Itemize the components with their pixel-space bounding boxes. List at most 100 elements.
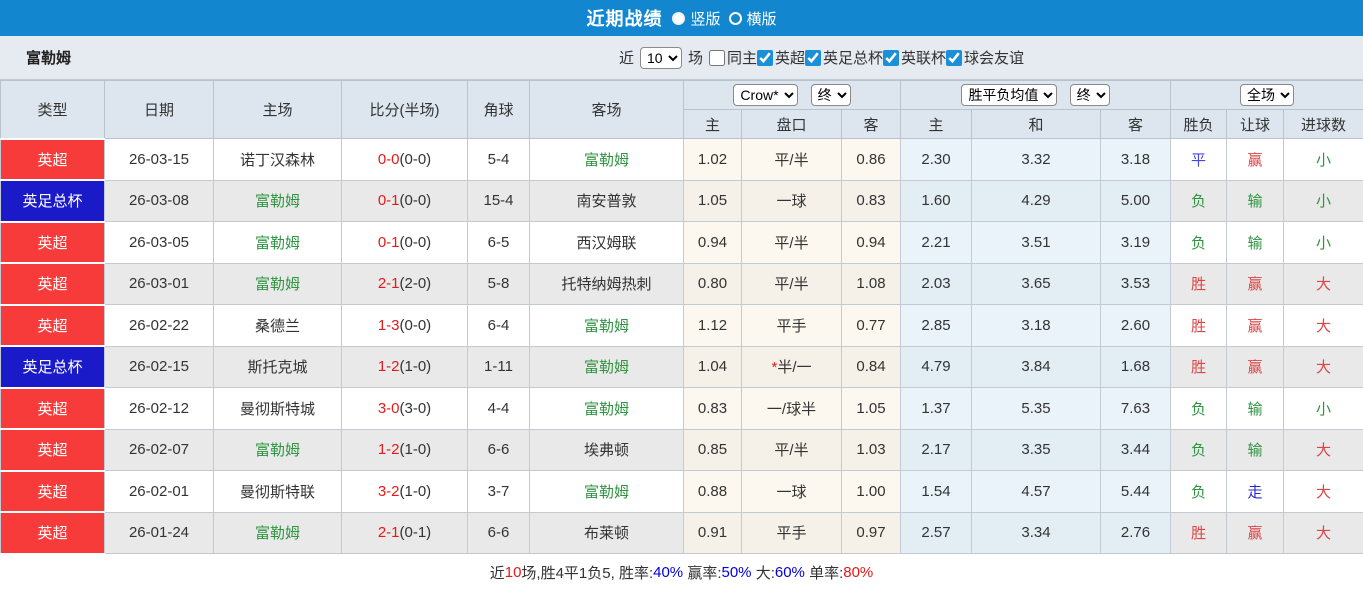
cell-handicap: 一球 (741, 470, 842, 513)
cell-away-team: 托特纳姆热刺 (529, 262, 684, 305)
match-row: 英超 26-03-15 诺丁汉森林 0-0(0-0) 5-4 富勒姆 1.02 平/半 0.86… (0, 137, 1363, 181)
cell-match-type: 英足总杯 (0, 345, 105, 389)
cell-away-team: 布莱顿 (529, 511, 684, 554)
match-row: 英超 26-03-05 富勒姆 0-1(0-0) 6-5 西汉姆联 0.94 平/半 0.94 2… (0, 220, 1363, 264)
table-header: 类型 日期 主场 比分(半场) 角球 客场 Crow* 终 胜平负均值 终 全场… (0, 80, 1363, 139)
header-away: 客场 (529, 80, 684, 139)
cell-avg-home: 2.21 (900, 221, 973, 264)
cell-avg-home: 2.30 (900, 138, 973, 181)
cell-handicap: 平/半 (741, 138, 842, 181)
page-title: 近期战绩 (586, 9, 663, 29)
summary-footer: 近 10 场,胜4平1负5, 胜率: 40% 赢率: 50% 大: 60% 单率: 80% (0, 555, 1363, 590)
scope-select[interactable]: 全场 (1240, 84, 1295, 106)
cell-goals: 大 (1283, 470, 1363, 513)
avg-odds-time-select[interactable]: 终 (1069, 84, 1110, 106)
cell-date: 26-03-01 (104, 262, 214, 305)
cell-handicap: *半/一 (741, 345, 842, 388)
cell-avg-home: 2.03 (900, 262, 973, 305)
cell-avg-draw: 4.57 (971, 470, 1102, 513)
cell-avg-draw: 3.51 (971, 221, 1102, 264)
checkbox-icon[interactable] (805, 49, 821, 66)
title-bar: 近期战绩 竖版 横版 (0, 0, 1363, 36)
cell-goals: 大 (1283, 345, 1363, 388)
odds-company-select[interactable]: Crow* (733, 84, 799, 106)
cell-avg-away: 3.44 (1100, 428, 1172, 471)
cell-home-team: 富勒姆 (213, 179, 342, 222)
match-row: 英超 26-03-01 富勒姆 2-1(2-0) 5-8 托特纳姆热刺 0.80 平/半 1.0… (0, 262, 1363, 306)
radio-horizontal[interactable]: 横版 (728, 8, 777, 29)
cell-result: 胜 (1170, 262, 1228, 305)
cell-home-team: 富勒姆 (213, 511, 342, 554)
cell-avg-away: 5.44 (1100, 470, 1172, 513)
near-count-select[interactable]: 10 (639, 46, 682, 69)
cell-goals: 大 (1283, 511, 1363, 554)
cell-home-team: 曼彻斯特联 (213, 470, 342, 513)
cell-corners: 6-4 (467, 304, 530, 347)
filter-checkbox-球会友谊[interactable]: 球会友谊 (946, 47, 1024, 68)
checkbox-label: 同主 (726, 50, 757, 67)
cell-goals: 小 (1283, 221, 1363, 264)
filter-checkbox-英足总杯[interactable]: 英足总杯 (805, 47, 883, 68)
odds-company-time-select[interactable]: 终 (810, 84, 851, 106)
subheader-let-result: 让球 (1226, 109, 1285, 139)
cell-score: 3-0(3-0) (341, 387, 468, 430)
cell-result: 胜 (1170, 304, 1228, 347)
radio-selected-icon[interactable] (672, 11, 686, 25)
subheader-odds-home: 主 (683, 109, 742, 139)
cell-match-type: 英超 (0, 469, 105, 513)
cell-odds-home: 1.05 (683, 179, 742, 222)
score-halftime: (1-0) (399, 358, 432, 376)
radio-vertical-label: 竖版 (690, 10, 721, 28)
cell-odds-away: 0.84 (840, 345, 902, 388)
score-fulltime: 1-3 (377, 316, 400, 334)
filter-checkbox-英联杯[interactable]: 英联杯 (883, 47, 946, 68)
odds-company-header: Crow* 终 (682, 80, 902, 110)
cell-score: 0-1(0-0) (341, 221, 468, 264)
score-halftime: (0-0) (399, 233, 432, 251)
cell-date: 26-02-15 (104, 345, 214, 388)
summary-segment: 80% (843, 563, 874, 581)
cell-match-type: 英超 (0, 220, 105, 264)
avg-odds-select[interactable]: 胜平负均值 (961, 84, 1058, 106)
matches-label: 场 (687, 50, 703, 67)
score-halftime: (1-0) (399, 441, 432, 459)
results-table: 类型 日期 主场 比分(半场) 角球 客场 Crow* 终 胜平负均值 终 全场… (0, 80, 1363, 555)
radio-vertical[interactable]: 竖版 (672, 8, 721, 29)
checkbox-label: 球会友谊 (964, 50, 1025, 67)
cell-handicap: 一球 (741, 179, 842, 222)
subheader-handicap: 盘口 (741, 109, 842, 139)
radio-unselected-icon[interactable] (728, 11, 742, 25)
cell-home-team: 诺丁汉森林 (213, 138, 342, 181)
cell-let-result: 赢 (1226, 304, 1285, 347)
cell-avg-home: 2.85 (900, 304, 973, 347)
summary-segment: 10 (504, 563, 522, 581)
cell-score: 1-3(0-0) (341, 304, 468, 347)
cell-home-team: 曼彻斯特城 (213, 387, 342, 430)
filter-checkbox-英超[interactable]: 英超 (756, 47, 805, 68)
checkbox-icon[interactable] (946, 49, 963, 66)
cell-odds-home: 0.85 (683, 428, 742, 471)
cell-result: 负 (1170, 221, 1228, 264)
summary-segment: 赢率: (683, 564, 722, 582)
cell-away-team: 富勒姆 (529, 387, 684, 430)
cell-date: 26-03-05 (104, 221, 214, 264)
match-row: 英超 26-02-22 桑德兰 1-3(0-0) 6-4 富勒姆 1.12 平手 0.77 2.8… (0, 303, 1363, 347)
checkbox-icon[interactable] (756, 49, 773, 66)
cell-match-type: 英超 (0, 386, 105, 430)
filter-bar: 富勒姆 近 10 场 同主 英超 英足总杯 英联杯 球会友谊 (0, 36, 1363, 80)
cell-away-team: 埃弗顿 (529, 428, 684, 471)
cell-odds-away: 0.86 (840, 138, 902, 181)
cell-handicap: 平手 (741, 304, 842, 347)
cell-let-result: 输 (1226, 221, 1285, 264)
radio-horizontal-label: 横版 (746, 10, 777, 28)
checkbox-icon[interactable] (883, 49, 900, 66)
cell-corners: 15-4 (467, 179, 530, 222)
cell-away-team: 西汉姆联 (529, 221, 684, 264)
match-row: 英超 26-01-24 富勒姆 2-1(0-1) 6-6 布莱顿 0.91 平手 0.97 2.5… (0, 511, 1363, 555)
score-halftime: (0-1) (399, 524, 432, 542)
subheader-odds-away: 客 (840, 109, 902, 139)
filter-checkbox-同主[interactable]: 同主 (708, 47, 757, 68)
summary-segment: 近 (489, 564, 505, 582)
checkbox-icon[interactable] (708, 49, 725, 66)
cell-score: 0-0(0-0) (341, 138, 468, 181)
